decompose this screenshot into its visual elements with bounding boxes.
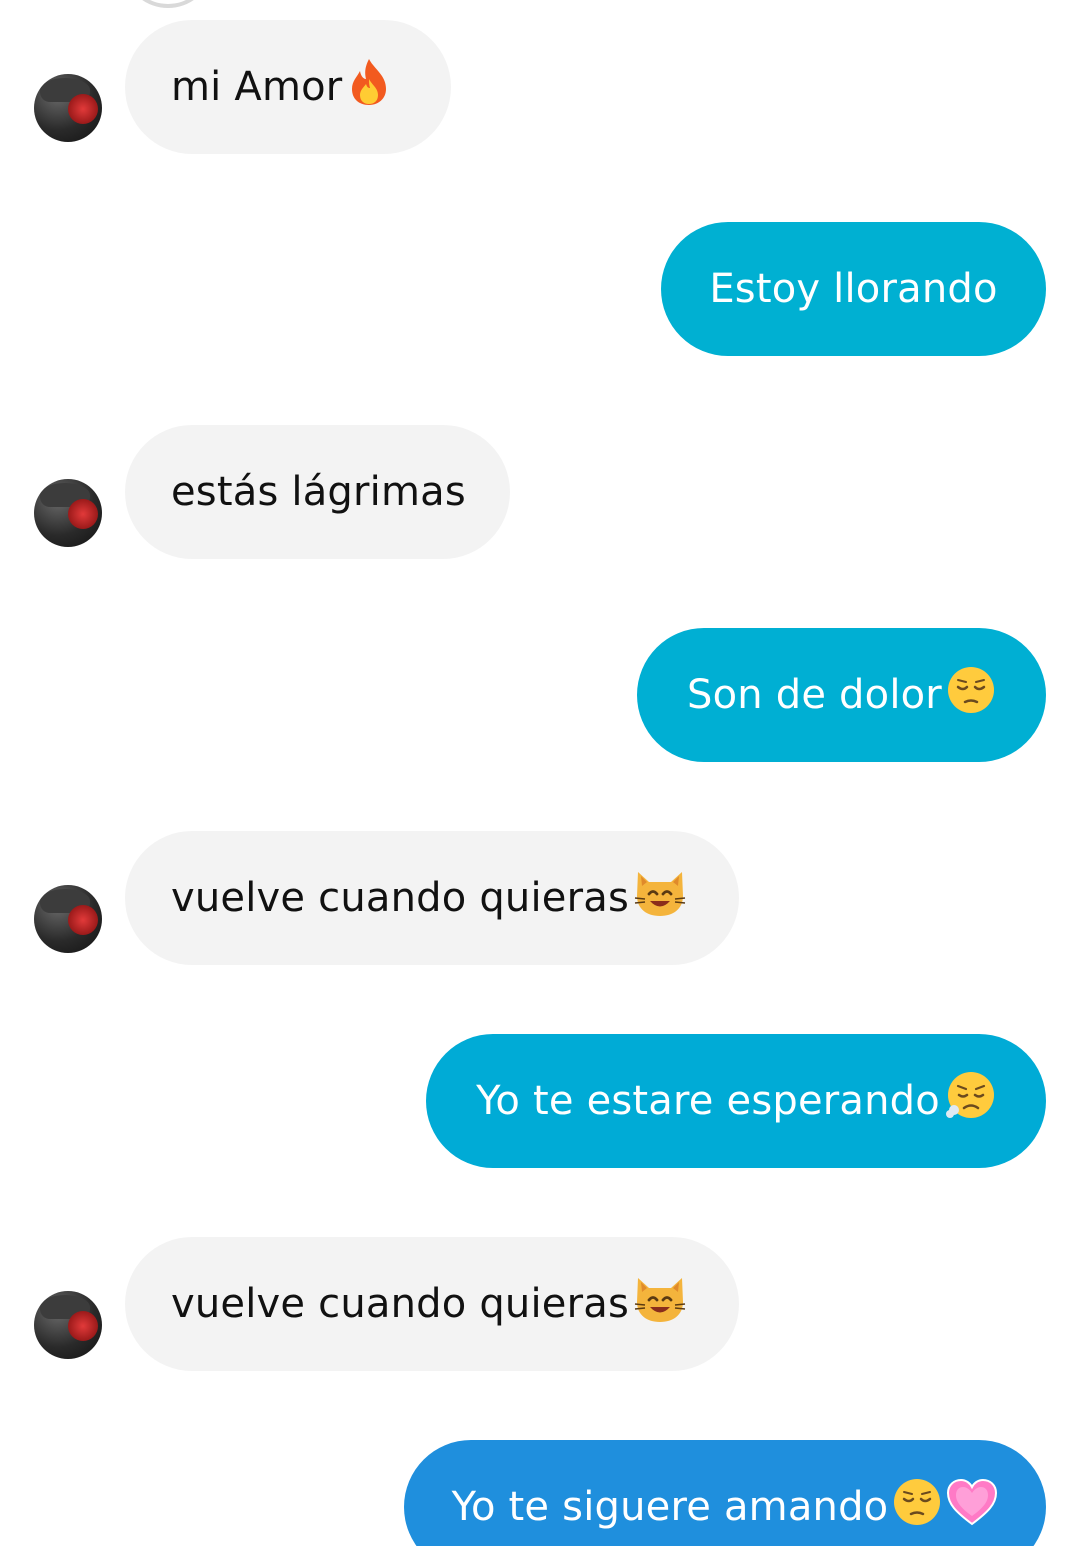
disappointed-face-icon [944,1070,996,1132]
message-row-incoming: mi Amor [0,20,1080,156]
message-text: vuelve cuando quieras [171,1281,629,1327]
pensive-face-icon [946,665,996,725]
message-row-incoming: vuelve cuando quieras [0,1237,1080,1373]
incoming-message-bubble[interactable]: vuelve cuando quieras [125,1237,739,1371]
smiling-cat-icon [633,1274,687,1334]
fire-icon [346,57,392,117]
smiling-cat-icon [633,868,687,928]
message-text: estás lágrimas [171,469,466,515]
message-text: Estoy llorando [709,266,998,312]
contact-avatar[interactable] [34,1291,102,1359]
pensive-face-icon [892,1477,942,1537]
contact-avatar[interactable] [34,479,102,547]
incoming-message-bubble[interactable]: estás lágrimas [125,425,510,559]
avatar-edge [128,0,208,8]
outgoing-message-bubble[interactable]: Son de dolor [637,628,1046,762]
contact-avatar[interactable] [34,74,102,142]
outgoing-message-bubble[interactable]: Estoy llorando [661,222,1046,356]
message-text: vuelve cuando quieras [171,875,629,921]
message-text: Son de dolor [687,672,942,718]
message-row-incoming: estás lágrimas [0,425,1080,561]
message-row-outgoing: Son de dolor [0,628,1080,764]
message-text: Yo te estare esperando [476,1078,940,1124]
outgoing-message-bubble[interactable]: Yo te estare esperando [426,1034,1046,1168]
incoming-message-bubble[interactable]: mi Amor [125,20,451,154]
pink-heart-icon [946,1478,998,1536]
message-row-outgoing: Yo te siguere amando [0,1440,1080,1546]
incoming-message-bubble[interactable]: vuelve cuando quieras [125,831,739,965]
message-row-outgoing: Yo te estare esperando [0,1034,1080,1170]
outgoing-message-bubble[interactable]: Yo te siguere amando [404,1440,1046,1546]
message-text: mi Amor [171,64,343,110]
chat-thread: mi Amor Estoy llorando estás lágrimas So… [0,0,1080,1546]
message-row-outgoing: Estoy llorando [0,222,1080,358]
message-row-incoming: vuelve cuando quieras [0,831,1080,967]
message-text: Yo te siguere amando [451,1484,889,1530]
contact-avatar[interactable] [34,885,102,953]
